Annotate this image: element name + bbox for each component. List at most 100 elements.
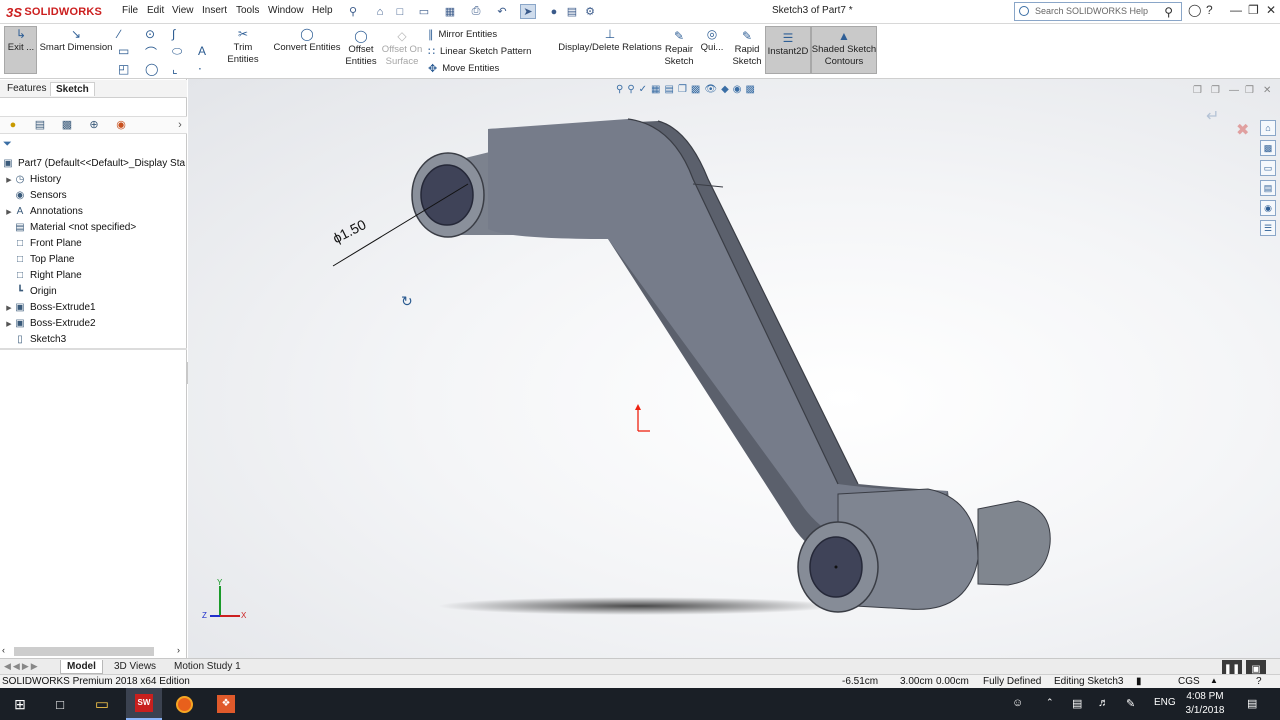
app-taskbar-icon[interactable]: ❖ xyxy=(212,688,240,720)
view-palette-icon[interactable]: ▤ xyxy=(1260,180,1276,196)
viewport-restore-icon[interactable]: ❐ xyxy=(1211,85,1220,96)
move-entities-button[interactable]: ✥ Move Entities xyxy=(428,62,499,75)
view-orientation-icon[interactable]: ❐ xyxy=(678,84,687,98)
display-style-icon[interactable]: ▩ xyxy=(691,84,700,98)
point-icon[interactable]: ⋅ xyxy=(198,62,202,76)
smart-dimension-button[interactable]: ↘ Smart Dimension xyxy=(38,28,114,54)
expand-arrow-icon[interactable]: ▶ xyxy=(4,304,14,312)
tree-item[interactable]: ▶ A Annotations xyxy=(4,204,83,219)
menu-file[interactable]: File xyxy=(122,5,138,16)
print-icon[interactable]: ⎙ xyxy=(468,4,484,19)
scroll-thumb[interactable] xyxy=(14,647,154,656)
tree-item[interactable]: ▯ Sketch3 xyxy=(4,332,66,347)
tree-item[interactable]: ┗ Origin xyxy=(4,284,57,299)
clock[interactable]: 4:08 PM 3/1/2018 xyxy=(1180,690,1230,718)
graphics-viewport[interactable]: Y X Z xyxy=(188,79,1280,659)
tree-item[interactable]: ▤ Material <not specified> xyxy=(4,220,136,235)
tree-item[interactable]: ▶ ◷ History xyxy=(4,172,61,187)
rapid-sketch-button[interactable]: ✎ Rapid Sketch xyxy=(730,30,764,68)
network-icon[interactable]: ▤ xyxy=(1072,697,1082,710)
trim-entities-button[interactable]: ✂ Trim Entities xyxy=(217,28,269,66)
notifications-icon[interactable]: ▤ xyxy=(1247,697,1257,710)
previous-view-icon[interactable]: ✓ xyxy=(639,84,647,98)
volume-icon[interactable]: ♬ xyxy=(1098,697,1109,709)
tree-item[interactable]: □ Right Plane xyxy=(4,268,82,283)
apply-scene-icon[interactable]: ◉ xyxy=(733,84,742,98)
rectangle-icon[interactable]: ▭ xyxy=(118,44,129,58)
language-indicator[interactable]: ENG xyxy=(1154,697,1176,708)
scroll-left-icon[interactable]: ‹ xyxy=(2,645,5,655)
solidworks-logo[interactable]: 3S SOLIDWORKS xyxy=(6,3,102,21)
scroll-right-icon[interactable]: › xyxy=(177,645,180,655)
slot-icon[interactable]: ◰ xyxy=(118,62,129,76)
viewport-maximize-icon[interactable]: ❐ xyxy=(1245,85,1254,96)
save-icon[interactable]: ▦ xyxy=(442,4,458,19)
quick-snaps-button[interactable]: ◎ Qui... xyxy=(699,28,725,54)
tree-item[interactable]: □ Top Plane xyxy=(4,252,75,267)
dimxpert-manager-icon[interactable]: ⊕ xyxy=(87,119,101,132)
pen-icon[interactable]: ✎ xyxy=(1126,697,1135,710)
menu-tools[interactable]: Tools xyxy=(236,5,259,16)
ellipse-icon[interactable]: ⬭ xyxy=(172,44,182,59)
select-pointer-icon[interactable]: ➤ xyxy=(520,4,536,19)
help-tooltip-icon[interactable]: ? xyxy=(1256,676,1262,687)
property-manager-icon[interactable]: ▤ xyxy=(33,119,47,132)
rebuild-indicator-icon[interactable]: ▮ xyxy=(1136,676,1142,687)
undo-icon[interactable]: ↶ xyxy=(494,4,510,19)
instant2d-button[interactable]: ☰ Instant2D xyxy=(765,32,811,58)
edit-appearance-icon[interactable]: ◆ xyxy=(721,84,729,98)
filter-icon[interactable]: ⏷ xyxy=(3,138,12,151)
top-boss-hole-selected[interactable] xyxy=(420,164,474,226)
status-units[interactable]: CGS xyxy=(1178,676,1200,687)
close-icon[interactable]: ✕ xyxy=(1266,3,1276,17)
windows-start-icon[interactable]: ⊞ xyxy=(8,688,32,720)
units-dropdown-icon[interactable]: ▲ xyxy=(1210,676,1218,685)
view-settings-icon[interactable]: ▩ xyxy=(746,84,755,98)
polygon-icon[interactable]: ◯ xyxy=(145,62,158,76)
user-icon[interactable]: ◯ xyxy=(1188,3,1201,17)
design-library-icon[interactable]: ▩ xyxy=(1260,140,1276,156)
rebuild-icon[interactable]: ● xyxy=(546,4,562,19)
task-view-icon[interactable]: □ xyxy=(48,688,72,720)
tab-model[interactable]: Model xyxy=(60,660,103,674)
solidworks-taskbar-icon[interactable]: SW xyxy=(126,688,162,720)
confirmation-corner-cancel-icon[interactable]: ✖ xyxy=(1236,120,1249,140)
display-manager-icon[interactable]: ◉ xyxy=(114,119,128,132)
tab-features[interactable]: Features xyxy=(2,82,51,95)
expand-arrow-icon[interactable]: ▶ xyxy=(4,208,14,216)
arc-icon[interactable]: ⌒ xyxy=(145,44,157,61)
circle-icon[interactable]: ⊙ xyxy=(145,27,155,41)
expand-arrow-icon[interactable]: ▶ xyxy=(4,176,14,184)
tab-sketch[interactable]: Sketch xyxy=(50,82,95,96)
chevron-right-icon[interactable]: › xyxy=(173,119,187,132)
hide-show-items-icon[interactable]: 👁 xyxy=(704,84,717,98)
menu-insert[interactable]: Insert xyxy=(202,5,227,16)
offset-on-surface-button[interactable]: ◇ Offset On Surface xyxy=(380,30,424,68)
search-icon[interactable]: ⚲ xyxy=(1164,5,1173,19)
pin-icon[interactable]: ⚲ xyxy=(345,4,361,19)
help-icon[interactable]: ? xyxy=(1206,3,1213,17)
zoom-to-fit-icon[interactable]: ⚲ xyxy=(616,84,623,98)
menu-help[interactable]: Help xyxy=(312,5,333,16)
file-properties-icon[interactable]: ▤ xyxy=(564,4,580,19)
tray-chevron-icon[interactable]: ⌃ xyxy=(1046,697,1054,708)
spline-icon[interactable]: ∫ xyxy=(172,27,175,41)
shaded-sketch-contours-button[interactable]: ▲ Shaded Sketch Contours xyxy=(811,30,877,68)
part-model[interactable]: Y X Z xyxy=(188,79,1280,659)
custom-properties-icon[interactable]: ☰ xyxy=(1260,220,1276,236)
confirmation-corner-exit-icon[interactable]: ↵ xyxy=(1206,106,1219,126)
exit-sketch-button[interactable]: ↳ Exit ... xyxy=(5,28,37,54)
people-icon[interactable]: ☺ xyxy=(1012,697,1023,709)
zoom-to-area-icon[interactable]: ⚲ xyxy=(627,84,634,98)
tree-item[interactable]: ◉ Sensors xyxy=(4,188,67,203)
search-help-input[interactable]: Search SOLIDWORKS Help ⚲ xyxy=(1014,2,1182,21)
open-folder-icon[interactable]: ▭ xyxy=(416,4,432,19)
fillet-icon[interactable]: ⌞ xyxy=(172,62,178,76)
expand-arrow-icon[interactable]: ▶ xyxy=(4,320,14,328)
section-view-icon[interactable]: ▦ xyxy=(651,84,660,98)
configuration-manager-icon[interactable]: ▩ xyxy=(60,119,74,132)
viewport-minimize-icon[interactable]: — xyxy=(1229,85,1239,96)
repair-sketch-button[interactable]: ✎ Repair Sketch xyxy=(662,30,696,68)
text-icon[interactable]: A xyxy=(198,44,206,58)
menu-view[interactable]: View xyxy=(172,5,194,16)
